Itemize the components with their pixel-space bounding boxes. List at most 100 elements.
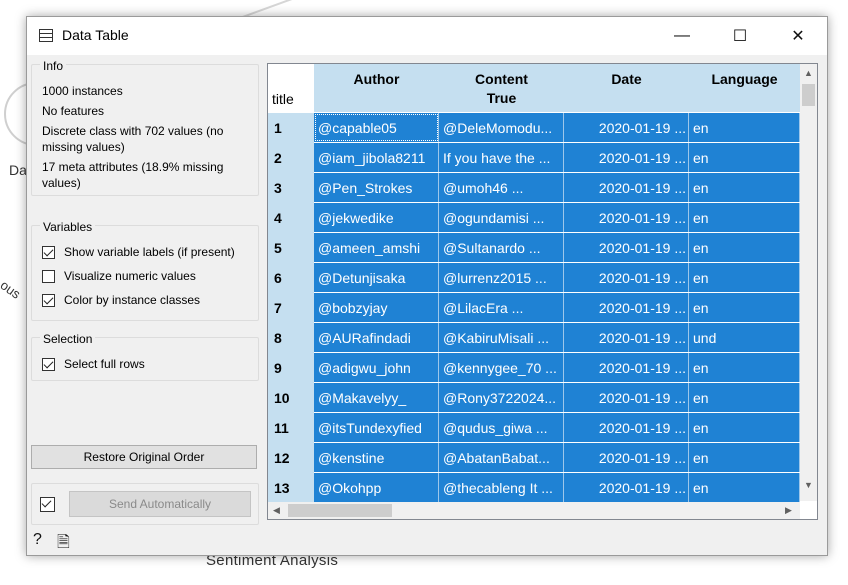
variables-title: Variables: [40, 220, 96, 234]
table-cell-date[interactable]: 2020-01-19 ...: [564, 443, 689, 472]
table-cell-content[interactable]: @lurrenz2015 ...: [439, 263, 564, 292]
table-cell-content[interactable]: @thecableng It ...: [439, 473, 564, 502]
scroll-up-arrow[interactable]: ▲: [800, 64, 817, 81]
table-cell-lang[interactable]: en: [689, 173, 800, 202]
column-header-date[interactable]: Date: [564, 64, 689, 112]
select-full-rows-checkbox[interactable]: [42, 357, 55, 371]
select-full-rows-option[interactable]: Select full rows: [42, 355, 145, 373]
table-cell-lang[interactable]: en: [689, 443, 800, 472]
table-cell-author[interactable]: @Makavelyy_: [314, 383, 439, 412]
row-header[interactable]: 1: [268, 113, 314, 143]
info-title: Info: [40, 59, 67, 73]
table-cell-author[interactable]: @itsTundexyfied: [314, 413, 439, 442]
table-cell-date[interactable]: 2020-01-19 ...: [564, 233, 689, 262]
data-table-window: Data Table — ☐ ✕ Info 1000 instances No …: [26, 16, 828, 556]
row-header[interactable]: 4: [268, 203, 314, 233]
table-cell-date[interactable]: 2020-01-19 ...: [564, 413, 689, 442]
table-cell-content[interactable]: @AbatanBabat...: [439, 443, 564, 472]
table-cell-lang[interactable]: en: [689, 413, 800, 442]
table-cell-author[interactable]: @jekwedike: [314, 203, 439, 232]
table-cell-lang[interactable]: en: [689, 263, 800, 292]
row-header[interactable]: 10: [268, 383, 314, 413]
row-header[interactable]: 8: [268, 323, 314, 353]
table-cell-date[interactable]: 2020-01-19 ...: [564, 173, 689, 202]
table-cell-content[interactable]: @ogundamisi ...: [439, 203, 564, 232]
table-cell-date[interactable]: 2020-01-19 ...: [564, 383, 689, 412]
table-cell-author[interactable]: @iam_jibola8211: [314, 143, 439, 172]
table-cell-date[interactable]: 2020-01-19 ...: [564, 263, 689, 292]
table-cell-date[interactable]: 2020-01-19 ...: [564, 323, 689, 352]
scroll-right-arrow[interactable]: ▶: [780, 502, 797, 519]
visualize-numeric-option[interactable]: Visualize numeric values: [42, 267, 196, 285]
table-cell-content[interactable]: @umoh46 ...: [439, 173, 564, 202]
show-labels-checkbox[interactable]: [42, 245, 55, 259]
column-header-language[interactable]: Language: [689, 64, 800, 112]
table-cell-content[interactable]: @KabiruMisali ...: [439, 323, 564, 352]
row-header[interactable]: 12: [268, 443, 314, 473]
table-cell-content[interactable]: @Sultanardo ...: [439, 233, 564, 262]
title-bar[interactable]: Data Table — ☐ ✕: [27, 17, 827, 55]
vertical-scroll-thumb[interactable]: [802, 84, 815, 106]
table-cell-lang[interactable]: en: [689, 293, 800, 322]
table-cell-lang[interactable]: en: [689, 473, 800, 502]
row-header[interactable]: 11: [268, 413, 314, 443]
send-automatically-button: Send Automatically: [69, 491, 251, 517]
table-cell-lang[interactable]: en: [689, 383, 800, 412]
row-header[interactable]: 13: [268, 473, 314, 503]
table-cell-content[interactable]: @Rony3722024...: [439, 383, 564, 412]
row-header[interactable]: 9: [268, 353, 314, 383]
vertical-scrollbar[interactable]: ▲ ▼: [800, 64, 817, 501]
table-cell-author[interactable]: @Detunjisaka: [314, 263, 439, 292]
table-cell-lang[interactable]: en: [689, 233, 800, 262]
table-cell-author[interactable]: @adigwu_john: [314, 353, 439, 382]
auto-send-checkbox[interactable]: [40, 497, 55, 512]
color-by-class-checkbox[interactable]: [42, 293, 55, 307]
close-button[interactable]: ✕: [769, 17, 827, 55]
table-cell-author[interactable]: @AURafindadi: [314, 323, 439, 352]
table-cell-author[interactable]: @Pen_Strokes: [314, 173, 439, 202]
table-cell-lang[interactable]: en: [689, 113, 800, 142]
restore-order-button[interactable]: Restore Original Order: [31, 445, 257, 469]
table-cell-content[interactable]: @qudus_giwa ...: [439, 413, 564, 442]
table-cell-date[interactable]: 2020-01-19 ...: [564, 473, 689, 502]
visualize-numeric-checkbox[interactable]: [42, 269, 55, 283]
table-cell-content[interactable]: @kennygee_70 ...: [439, 353, 564, 382]
table-cell-author[interactable]: @kenstine: [314, 443, 439, 472]
report-icon[interactable]: 🗎: [57, 531, 70, 558]
maximize-button[interactable]: ☐: [711, 17, 769, 55]
horizontal-scroll-thumb[interactable]: [288, 504, 392, 517]
table-cell-lang[interactable]: en: [689, 143, 800, 172]
table-cell-lang[interactable]: en: [689, 353, 800, 382]
table-cell-lang[interactable]: und: [689, 323, 800, 352]
scroll-left-arrow[interactable]: ◀: [268, 502, 285, 519]
table-cell-lang[interactable]: en: [689, 203, 800, 232]
table-cell-date[interactable]: 2020-01-19 ...: [564, 203, 689, 232]
column-header-author[interactable]: Author: [314, 64, 439, 112]
table-cell-author[interactable]: @ameen_amshi: [314, 233, 439, 262]
row-header[interactable]: 2: [268, 143, 314, 173]
column-header-content[interactable]: Content True: [439, 64, 564, 112]
table-cell-author[interactable]: @Okohpp: [314, 473, 439, 502]
data-table[interactable]: title Author Content True Date Language …: [267, 63, 818, 520]
row-header[interactable]: 6: [268, 263, 314, 293]
color-by-class-option[interactable]: Color by instance classes: [42, 291, 200, 309]
minimize-button[interactable]: —: [653, 17, 711, 55]
info-instances: 1000 instances: [42, 84, 123, 98]
table-cell-author[interactable]: @capable05: [314, 113, 439, 142]
row-header[interactable]: 5: [268, 233, 314, 263]
row-header[interactable]: 7: [268, 293, 314, 323]
table-cell-date[interactable]: 2020-01-19 ...: [564, 113, 689, 142]
help-icon[interactable]: ?: [33, 531, 42, 549]
table-cell-content[interactable]: @DeleMomodu...: [439, 113, 564, 142]
table-cell-content[interactable]: @LilacEra ...: [439, 293, 564, 322]
table-cell-content[interactable]: If you have the ...: [439, 143, 564, 172]
horizontal-scrollbar[interactable]: ◀ ▶: [268, 502, 800, 519]
table-cell-date[interactable]: 2020-01-19 ...: [564, 293, 689, 322]
show-labels-option[interactable]: Show variable labels (if present): [42, 243, 235, 261]
row-header[interactable]: 3: [268, 173, 314, 203]
table-cell-author[interactable]: @bobzyjay: [314, 293, 439, 322]
table-cell-date[interactable]: 2020-01-19 ...: [564, 353, 689, 382]
table-cell-date[interactable]: 2020-01-19 ...: [564, 143, 689, 172]
variables-group: Variables Show variable labels (if prese…: [31, 220, 259, 321]
scroll-down-arrow[interactable]: ▼: [800, 476, 817, 493]
